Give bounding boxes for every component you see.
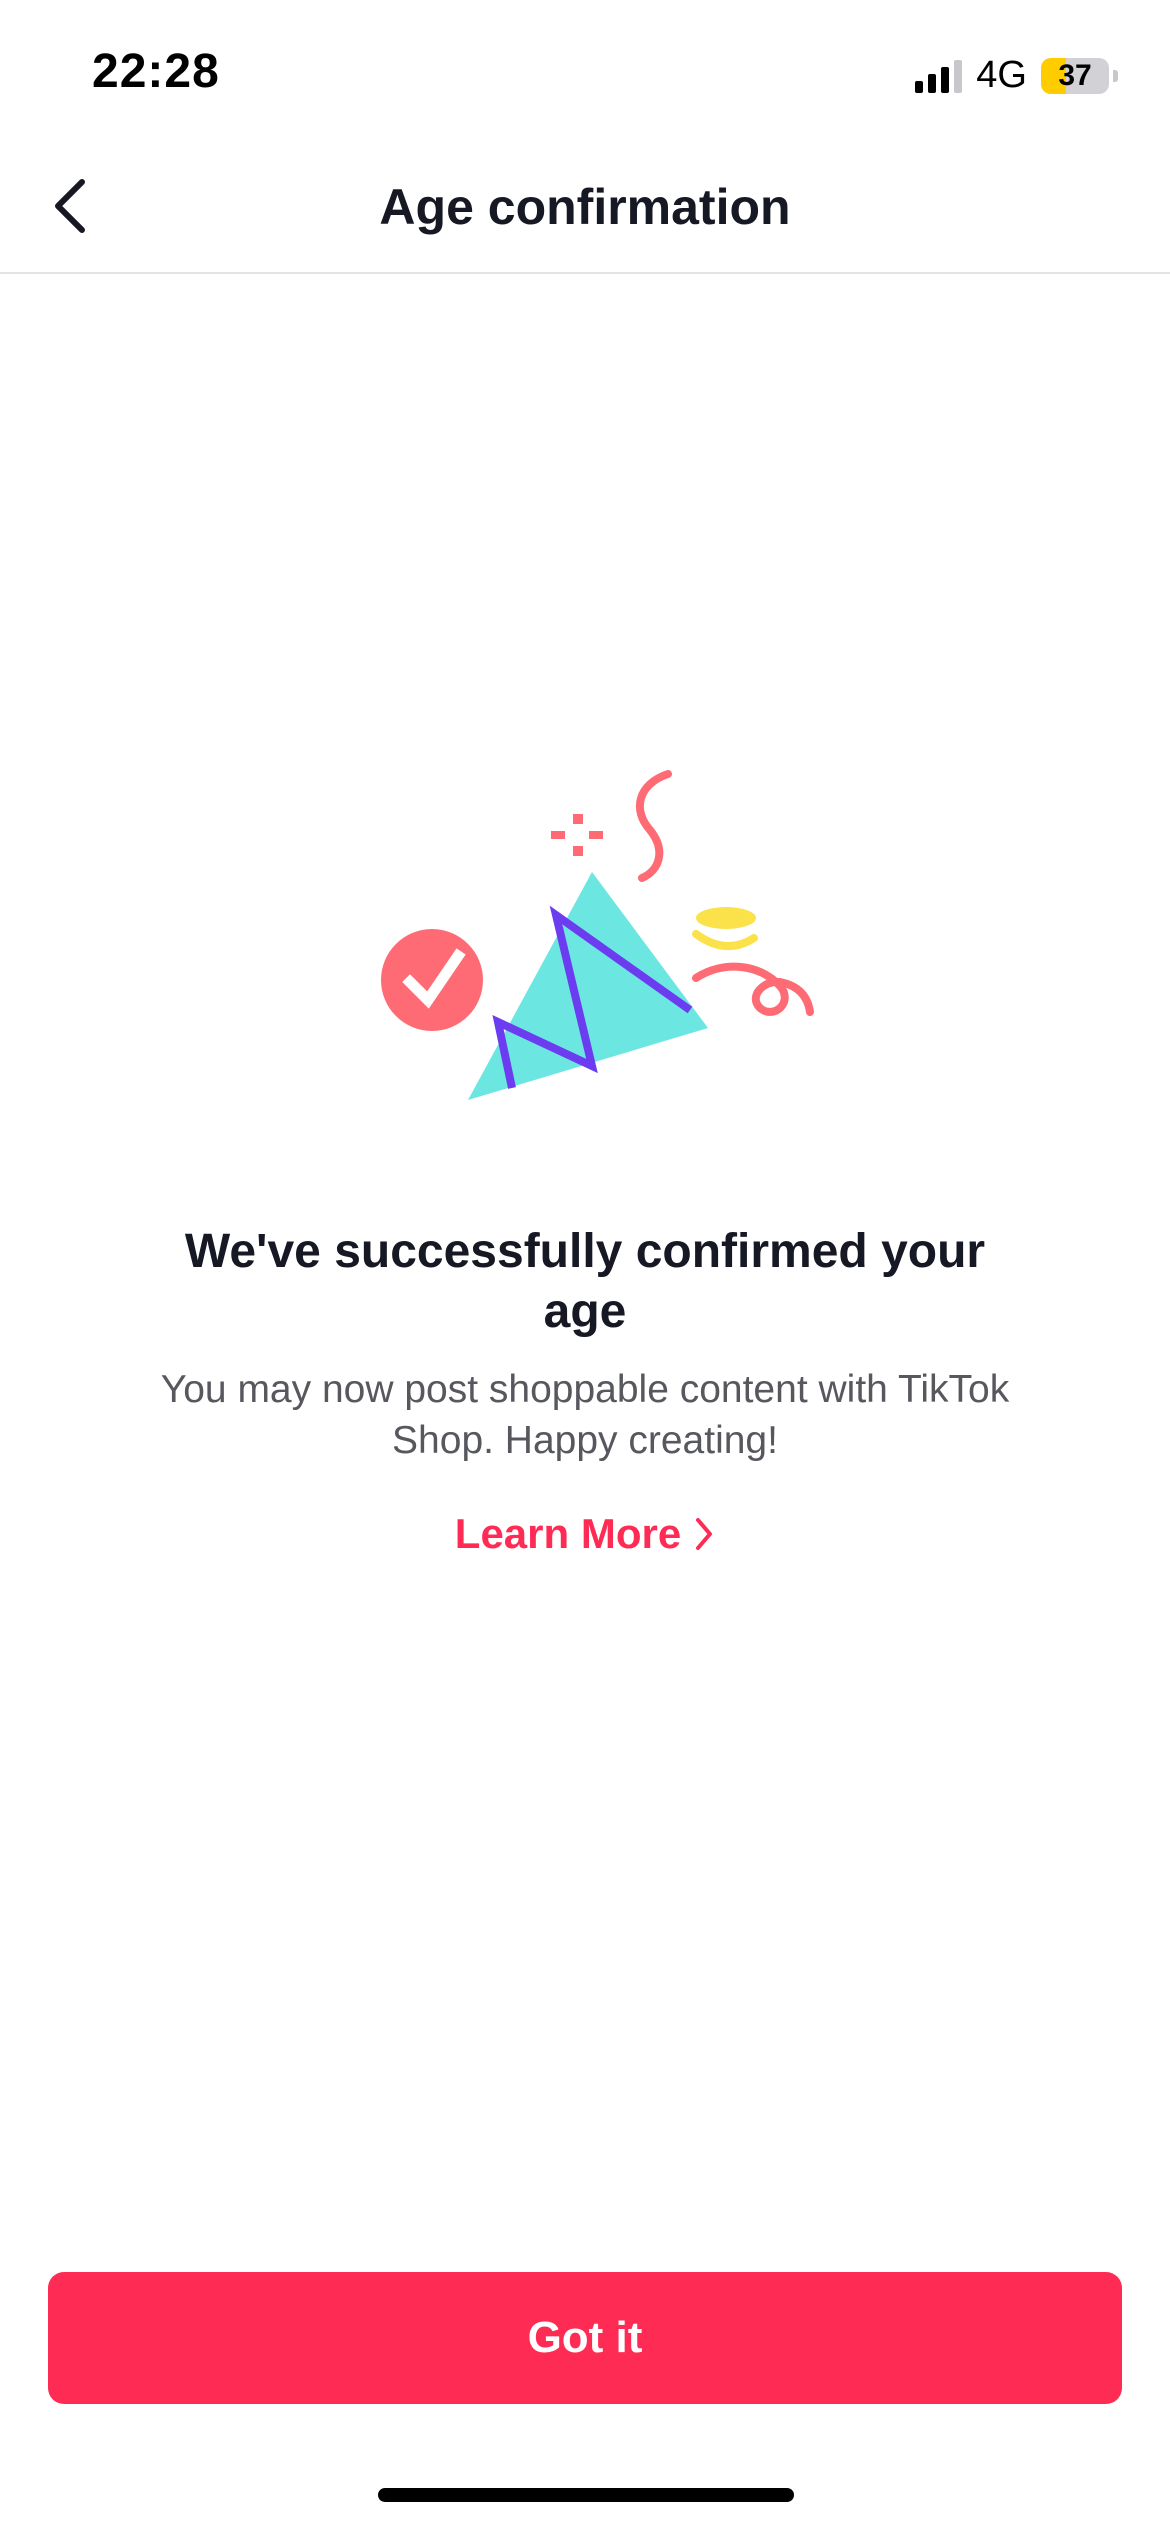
curl-streamer xyxy=(692,962,814,1016)
sparkle-icon xyxy=(551,814,603,856)
celebration-illustration xyxy=(360,760,820,1120)
battery-cap xyxy=(1113,69,1118,82)
squiggle-streamer xyxy=(635,770,672,882)
celebration-confetti-icon xyxy=(381,770,814,1100)
battery-level: 37 xyxy=(1058,58,1092,92)
page-title: Age confirmation xyxy=(379,179,791,235)
status-indicators: 4G 37 xyxy=(915,54,1118,97)
status-time: 22:28 xyxy=(92,45,220,98)
check-circle-icon xyxy=(381,929,483,1031)
home-indicator xyxy=(378,2488,794,2502)
cellular-signal-icon xyxy=(915,59,963,93)
coin-icon xyxy=(692,907,758,951)
learn-more-label: Learn More xyxy=(454,1510,682,1557)
network-type: 4G xyxy=(976,54,1027,96)
battery-icon: 37 xyxy=(1041,57,1109,94)
nav-bar: Age confirmation xyxy=(0,140,1170,274)
learn-more-link[interactable]: Learn More xyxy=(0,1510,1170,1558)
got-it-button[interactable]: Got it xyxy=(48,2272,1122,2404)
success-headline: We've successfully confirmed your age xyxy=(184,1225,986,1338)
success-description: You may now post shoppable content with … xyxy=(160,1368,1010,1462)
status-bar: 22:28 4G 37 xyxy=(0,0,1170,140)
chevron-right-icon xyxy=(696,1518,713,1550)
